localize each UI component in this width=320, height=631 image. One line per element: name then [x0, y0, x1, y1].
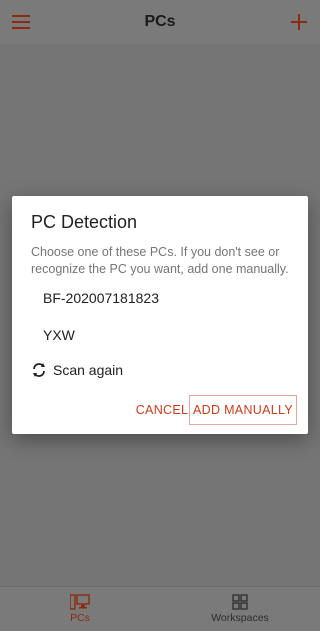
pc-detection-dialog: PC Detection Choose one of these PCs. If…: [12, 196, 308, 434]
nav-item-pcs[interactable]: PCs: [0, 587, 160, 631]
plus-icon: [291, 14, 307, 30]
pc-list-item[interactable]: BF-202007181823: [43, 290, 159, 306]
add-pc-button[interactable]: [288, 11, 310, 33]
hamburger-menu-icon: [12, 15, 30, 29]
page-title: PCs: [144, 13, 176, 30]
pc-icon: [70, 594, 90, 610]
dialog-message: Choose one of these PCs. If you don't se…: [31, 245, 289, 276]
scan-again-button[interactable]: Scan again: [31, 362, 123, 378]
nav-item-workspaces[interactable]: Workspaces: [160, 587, 320, 631]
pc-list-item[interactable]: YXW: [43, 327, 75, 343]
workspaces-icon: [232, 594, 248, 610]
app-bar: PCs: [0, 0, 320, 44]
refresh-icon: [33, 363, 45, 377]
bottom-navigation: PCs Workspaces: [0, 586, 320, 631]
nav-label-workspaces: Workspaces: [211, 612, 269, 624]
cancel-button[interactable]: CANCEL: [134, 395, 190, 425]
dialog-title: PC Detection: [31, 212, 138, 232]
nav-label-pcs: PCs: [70, 612, 90, 624]
add-manually-button[interactable]: ADD MANUALLY: [189, 395, 297, 425]
menu-button[interactable]: [10, 11, 32, 33]
scan-again-label: Scan again: [53, 362, 124, 378]
